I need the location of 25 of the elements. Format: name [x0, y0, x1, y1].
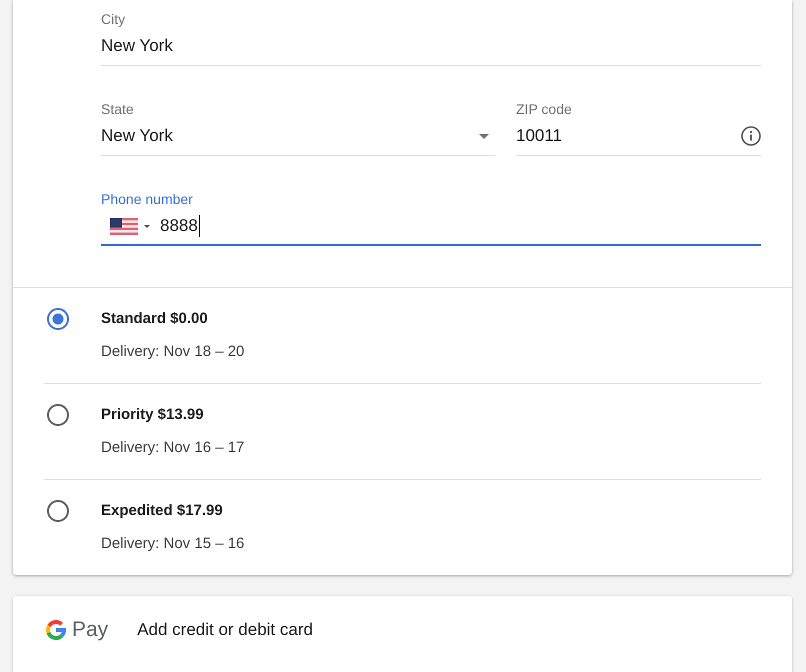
delivery-dates: Delivery: Nov 18 – 20 [101, 342, 244, 362]
shipping-option-title: Priority $13.99 [101, 405, 204, 425]
info-icon[interactable] [741, 126, 761, 146]
text-cursor-icon [198, 215, 200, 237]
shipping-option-title: Expedited $17.99 [101, 501, 223, 521]
state-dropdown[interactable]: New York [101, 124, 495, 156]
radio-button[interactable] [47, 500, 69, 522]
phone-input-field[interactable]: 8888 [101, 214, 761, 246]
field-label: ZIP code [516, 100, 572, 118]
delivery-dates: Delivery: Nov 15 – 16 [101, 534, 244, 554]
shipping-option-title: Standard $0.00 [101, 309, 208, 329]
pay-logo-text: Pay [72, 618, 108, 642]
field-label: City [101, 10, 126, 28]
field-label: Phone number [101, 190, 193, 208]
field-label: State [101, 100, 134, 118]
add-card-button[interactable]: Add credit or debit card [137, 618, 313, 642]
radio-button[interactable] [47, 308, 69, 330]
input-field[interactable]: 10011 [516, 124, 761, 156]
radio-button[interactable] [47, 404, 69, 426]
delivery-dates: Delivery: Nov 16 – 17 [101, 438, 244, 458]
flag-icon [110, 218, 138, 234]
multicolor-g-logo-icon [46, 620, 66, 640]
dropdown-caret-icon [479, 134, 489, 138]
input-field[interactable]: New York [101, 34, 761, 66]
dropdown-caret-icon [144, 224, 150, 228]
